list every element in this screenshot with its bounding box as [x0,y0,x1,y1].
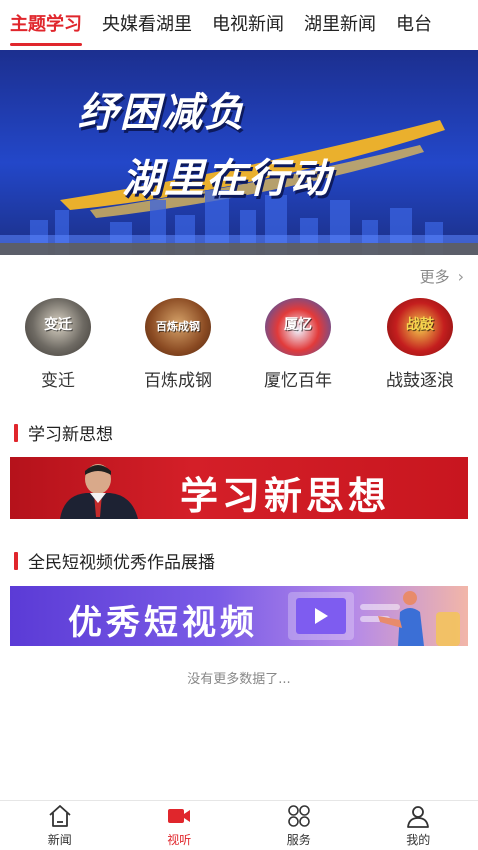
nav-label: 视听 [167,833,192,847]
section-header-study: 学习新思想 [14,420,113,445]
study-banner-text: 学习新思想 [180,474,391,518]
no-more-data-text: 没有更多数据了... [187,672,291,687]
topic-label: 战鼓逐浪 [386,371,454,391]
topic-thumbnail: 厦忆 [265,298,331,356]
study-banner[interactable]: 学习新思想 [10,457,468,519]
video-banner[interactable]: 优秀短视频 [10,586,468,646]
topic-item-bailian[interactable]: 百炼成钢 百炼成钢 [128,298,228,391]
tab-tv-news[interactable]: 电视新闻 [202,0,294,50]
topic-label: 百炼成钢 [144,371,212,391]
nav-item-profile[interactable]: 我的 [359,801,478,850]
video-illustration-icon [288,591,460,646]
section-header-video: 全民短视频优秀作品展播 [14,548,215,573]
topic-thumbnail-text: 战鼓 [406,317,434,333]
hero-banner[interactable]: 纾困减负 湖里在行动 [0,50,478,255]
topic-item-xiayi[interactable]: 厦忆 厦忆百年 [248,298,348,391]
nav-label: 我的 [406,833,431,847]
topic-label: 厦忆百年 [264,371,332,391]
topic-thumbnail-text: 百炼成钢 [156,320,200,333]
more-link[interactable]: 更多 › [420,266,464,287]
tab-central-media[interactable]: 央媒看湖里 [92,0,202,50]
top-tab-bar: 主题学习 央媒看湖里 电视新闻 湖里新闻 电台 [0,0,478,50]
topic-thumbnail-text: 厦忆 [284,317,312,333]
nav-label: 新闻 [47,833,72,847]
chevron-right-icon: › [457,267,464,286]
section-accent-bar [14,551,18,570]
app-screen: 主题学习 央媒看湖里 电视新闻 湖里新闻 电台 纾困减负 湖里在行动 更多 › … [0,0,478,850]
nav-item-services[interactable]: 服务 [239,801,359,850]
topic-thumbnail: 战鼓 [387,298,453,356]
tab-theme-study[interactable]: 主题学习 [0,0,92,50]
topic-label: 变迁 [41,371,75,391]
home-icon [49,805,71,827]
nav-item-media[interactable]: 视听 [120,801,240,850]
more-label: 更多 [419,268,450,286]
bottom-nav: 新闻 视听 服务 我的 [0,800,478,850]
leader-portrait-icon [60,464,138,519]
section-title: 全民短视频优秀作品展播 [28,553,215,573]
banner-headline-1: 纾困减负 [78,90,246,136]
video-camera-icon [168,809,191,823]
topic-item-bianqian[interactable]: 变迁 变迁 [8,298,108,391]
nav-label: 服务 [286,833,311,847]
topic-list: 变迁 变迁 百炼成钢 百炼成钢 厦忆 厦忆百年 战鼓 战鼓逐浪 [0,298,478,398]
grid-icon [287,805,310,827]
section-accent-bar [14,423,18,442]
topic-thumbnail: 变迁 [25,298,91,356]
video-banner-text: 优秀短视频 [68,603,258,643]
nav-item-news[interactable]: 新闻 [0,801,120,850]
user-icon [407,806,430,828]
banner-headline-2: 湖里在行动 [122,156,332,202]
topic-thumbnail: 百炼成钢 [145,298,211,356]
topic-thumbnail-text: 变迁 [44,317,72,333]
tab-huli-news[interactable]: 湖里新闻 [294,0,386,50]
topic-item-zhangu[interactable]: 战鼓 战鼓逐浪 [370,298,470,391]
tab-radio[interactable]: 电台 [386,0,442,50]
section-title: 学习新思想 [28,425,113,445]
